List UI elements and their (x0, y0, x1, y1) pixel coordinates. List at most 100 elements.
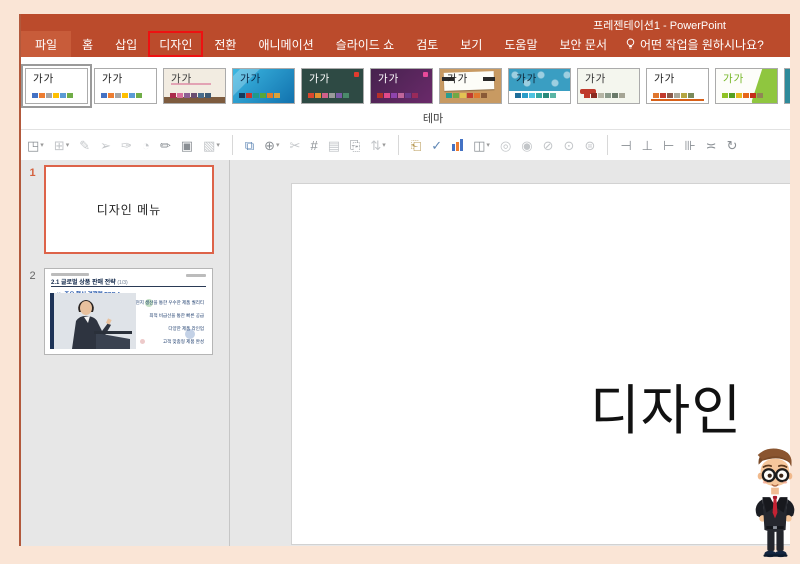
theme-white-orange[interactable]: 가가 (646, 68, 709, 104)
cartoon-businessman-character (755, 448, 795, 558)
theme-slice-blue[interactable]: 가가 (232, 68, 295, 104)
rotate-icon[interactable]: ↻ (727, 139, 738, 152)
tab-도움말[interactable]: 도움말 (493, 31, 548, 57)
theme-gallery-paper[interactable]: 가가 (163, 68, 226, 104)
tell-me-label: 어떤 작업을 원하시나요? (640, 37, 764, 52)
theme-sample-text: 가가 (240, 73, 262, 85)
tab-애니메이션[interactable]: 애니메이션 (247, 31, 324, 57)
slide-2-corner-microtext (186, 274, 206, 277)
toolbar-separator (397, 135, 399, 155)
slide-2-header-microtext (51, 273, 89, 276)
main-slide[interactable]: 디자인 (292, 184, 790, 544)
tab-전환[interactable]: 전환 (203, 31, 247, 57)
distribute-icon[interactable]: ⊪ (684, 139, 695, 152)
theme-teal-partial[interactable]: 가가 (784, 68, 790, 104)
align-right-icon[interactable]: ⊢ (663, 139, 674, 152)
approve-icon[interactable]: ✓ (431, 139, 442, 152)
slide-2-photo-strip (50, 293, 54, 349)
powerpoint-window: 프레젠테이션1 - PowerPoint 파일 홈 삽입 디자인 전환 애니메이션 슬라이드… (19, 14, 790, 546)
theme-ion-purple[interactable]: 가가 (370, 68, 433, 104)
theme-dark-teal[interactable]: 가가 (301, 68, 364, 104)
crop-hash-icon[interactable]: # (310, 139, 317, 152)
shape-select-icon[interactable]: ◳ ▾ (27, 139, 44, 152)
quick-toolbar: ◳ ▾ ⊞ ▾ ✎ ➢ ✑ ◔ ✏ ▣ ▧ ▾ ⧉ ⊕ ▾ ✂ # ▤ ⎘ ⇅ ▾ ⎗ ✓ ◫ ▾ ◎ ◉ ⊘ ⊙ ⊜ ⊣ ⊥ ⊢ ⊪ ≍ ↻ (21, 130, 790, 160)
theme-sample-text: 가가 (516, 73, 538, 85)
slide-2-bullets: 현지 생산을 통한 우수한 제품 퀄리티 최적 비급선을 통한 빠른 공급 다양한 … (136, 300, 204, 352)
pointer-arrow-icon[interactable]: ➢ (100, 139, 111, 152)
merge-union-icon[interactable]: ◎ (500, 139, 511, 152)
theme-color-swatches (32, 93, 73, 98)
theme-sample-text: 가가 (447, 73, 469, 85)
window-title: 프레젠테이션1 - PowerPoint (593, 20, 726, 32)
theme-color-swatches (239, 93, 280, 98)
theme-office-white-2[interactable]: 가가 (94, 68, 157, 104)
tab-슬라이드 쇼[interactable]: 슬라이드 쇼 (325, 31, 406, 57)
align-middle-icon[interactable]: ≍ (706, 139, 717, 152)
theme-sample-text: 가가 (102, 73, 124, 85)
slide-2-bullet: 다양한 제품 라인업 (168, 326, 204, 331)
slide-2-bullet: 고객 맞춤형 제품 완성 (162, 339, 204, 344)
theme-facet-green[interactable]: 가가 (715, 68, 778, 104)
lightbulb-icon (626, 38, 635, 48)
clipboard-paste-icon[interactable]: ⎗ (411, 139, 421, 152)
main-slide-title[interactable]: 디자인 (590, 366, 742, 445)
merge-subtract-icon[interactable]: ⊜ (584, 139, 595, 152)
crop-percent-icon[interactable]: ✂ (290, 139, 301, 152)
camera-add-icon[interactable]: ⊕ ▾ (264, 139, 279, 152)
tell-me-box[interactable]: 어떤 작업을 원하시나요? (618, 31, 772, 57)
picture-icon[interactable]: ▤ (328, 139, 340, 152)
pie-chart-icon[interactable]: ◔ (142, 139, 150, 152)
theme-color-swatches (101, 93, 142, 98)
merge-combine-icon[interactable]: ◉ (521, 139, 532, 152)
theme-decoration (651, 99, 704, 101)
theme-gallery: 가가 가가 가가 가가 가가 가가 가가 가가 가가 가가 가가 가가 (21, 64, 790, 108)
slide-2-number: 2 (29, 270, 36, 282)
slide-2-photo (50, 293, 136, 349)
tab-검토[interactable]: 검토 (405, 31, 449, 57)
tab-파일[interactable]: 파일 (21, 31, 72, 57)
slide-row-1: 1 디자인 메뉴 (21, 165, 229, 254)
merge-intersect-icon[interactable]: ⊙ (564, 139, 575, 152)
brush-icon[interactable]: ✑ (121, 139, 132, 152)
highlighter-icon[interactable]: ✎ (79, 139, 90, 152)
content-area: 1 디자인 메뉴 2 2.1 글로벌 상품 판매 전략 (1/3) ≫ 주요 핵… (21, 160, 790, 546)
align-left-icon[interactable]: ⊣ (620, 139, 631, 152)
slide-2-bullet: 최적 비급선을 통한 빠른 공급 (149, 313, 204, 318)
tab-보기[interactable]: 보기 (449, 31, 493, 57)
shape-style-icon[interactable]: ▧ ▾ (203, 139, 220, 152)
tab-보안 문서[interactable]: 보안 문서 (549, 31, 619, 57)
tab-삽입[interactable]: 삽입 (104, 31, 148, 57)
picture-frame-icon[interactable]: ▣ (181, 139, 193, 152)
slide-2-thumbnail[interactable]: 2.1 글로벌 상품 판매 전략 (1/3) ≫ 주요 핵심 경쟁력 TOP 4 (44, 268, 213, 355)
presenter-photo-illustration (50, 293, 136, 349)
slide-1-thumbnail[interactable]: 디자인 메뉴 (44, 165, 214, 254)
theme-sample-text: 가가 (378, 73, 400, 85)
theme-sample-text: 가가 (171, 73, 193, 85)
theme-light-brush[interactable]: 가가 (577, 68, 640, 104)
theme-color-swatches (722, 93, 763, 98)
pencil-icon[interactable]: ✏ (160, 139, 171, 152)
title-bar: 프레젠테이션1 - PowerPoint (21, 14, 790, 32)
theme-decoration (423, 72, 428, 77)
theme-sample-text: 가가 (585, 73, 607, 85)
align-bottom-icon[interactable]: ⊥ (642, 139, 653, 152)
tab-디자인[interactable]: 디자인 (148, 31, 204, 57)
theme-office-white-1[interactable]: 가가 (21, 64, 92, 108)
table-draw-icon[interactable]: ◫ ▾ (473, 139, 490, 152)
slide-1-title: 디자인 메뉴 (96, 203, 162, 217)
theme-decoration (483, 77, 495, 81)
theme-decoration (750, 69, 777, 103)
theme-decoration (354, 72, 359, 77)
theme-sample-text: 가가 (309, 73, 331, 85)
merge-fragment-icon[interactable]: ⊘ (543, 139, 554, 152)
tilt-text-icon[interactable]: ⇅ ▾ (370, 139, 385, 152)
slide-thumbnail-panel: 1 디자인 메뉴 2 2.1 글로벌 상품 판매 전략 (1/3) ≫ 주요 핵… (21, 160, 230, 546)
slide-monitor-icon[interactable]: ⧉ (245, 139, 254, 152)
column-chart-icon[interactable] (452, 139, 464, 151)
tab-홈[interactable]: 홈 (71, 31, 104, 57)
theme-color-swatches (170, 93, 211, 98)
theme-integral-pattern[interactable]: 가가 (508, 68, 571, 104)
marquee-select-icon[interactable]: ⊞ ▾ (54, 139, 69, 152)
theme-wood-type[interactable]: 가가 (439, 68, 502, 104)
duplicate-icon[interactable]: ⎘ (350, 139, 360, 152)
